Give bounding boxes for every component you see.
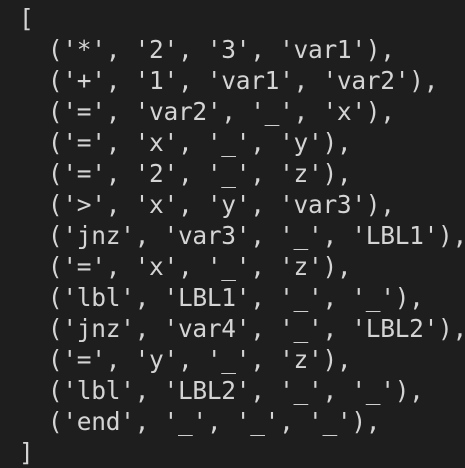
code-line: ('lbl', 'LBL2', '_', '_'),	[19, 376, 424, 405]
code-line: ('jnz', 'var3', '_', 'LBL1'),	[19, 221, 465, 250]
code-line: [	[19, 4, 34, 33]
code-line: ('=', 'x', '_', 'y'),	[19, 128, 352, 157]
code-line: ('jnz', 'var4', '_', 'LBL2'),	[19, 314, 465, 343]
code-line: ('+', '1', 'var1', 'var2'),	[19, 66, 439, 95]
code-line: ('end', '_', '_', '_'),	[19, 407, 381, 436]
code-line: ('lbl', 'LBL1', '_', '_'),	[19, 283, 424, 312]
code-line: ('>', 'x', 'y', 'var3'),	[19, 190, 395, 219]
code-line: ('=', 'var2', '_', 'x'),	[19, 97, 395, 126]
code-line: ]	[19, 438, 34, 467]
code-block: [ ('*', '2', '3', 'var1'), ('+', '1', 'v…	[19, 3, 465, 468]
code-line: ('=', 'y', '_', 'z'),	[19, 345, 352, 374]
code-line: ('=', '2', '_', 'z'),	[19, 159, 352, 188]
code-line: ('=', 'x', '_', 'z'),	[19, 252, 352, 281]
code-line: ('*', '2', '3', 'var1'),	[19, 35, 395, 64]
